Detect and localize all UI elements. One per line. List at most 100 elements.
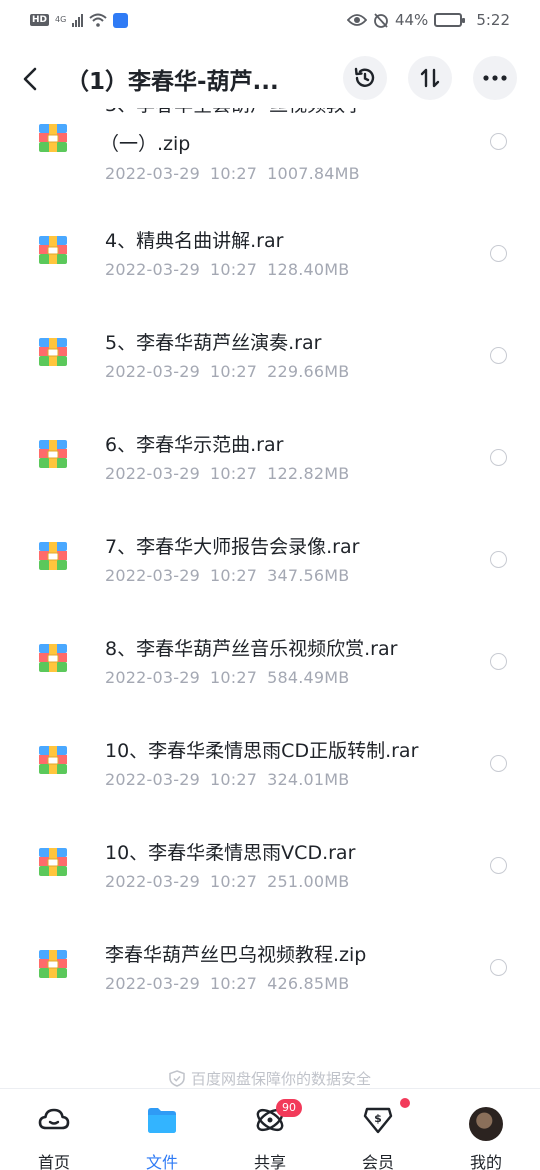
more-button[interactable] bbox=[473, 56, 517, 100]
select-checkbox[interactable] bbox=[490, 551, 507, 568]
file-row[interactable]: 10、李春华柔情思雨VCD.rar 2022-03-29 10:27 251.00MB bbox=[0, 818, 540, 920]
file-name: 5、李春华葫芦丝演奏.rar bbox=[105, 332, 322, 354]
select-checkbox[interactable] bbox=[490, 959, 507, 976]
file-list[interactable]: 3、李春华全套葫芦丝视频教学 （一）.zip 2022-03-29 10:27 1007… bbox=[0, 108, 540, 1088]
safety-note-text: 百度网盘保障你的数据安全 bbox=[190, 1070, 371, 1088]
status-right: 44% 5:22 bbox=[346, 11, 510, 29]
file-name: 7、李春华大师报告会录像.rar bbox=[105, 536, 360, 558]
file-time: 10:27 bbox=[209, 362, 258, 381]
file-date: 2022-03-29 bbox=[105, 164, 200, 183]
safety-note: 百度网盘保障你的数据安全 bbox=[0, 1068, 540, 1089]
avatar bbox=[469, 1107, 503, 1141]
file-time: 10:27 bbox=[209, 974, 258, 993]
eye-icon bbox=[346, 14, 367, 26]
file-row[interactable]: 6、李春华示范曲.rar 2022-03-29 10:27 122.82MB bbox=[0, 410, 540, 512]
file-meta: 2022-03-29 10:27 347.56MB bbox=[105, 566, 359, 585]
file-date: 2022-03-29 bbox=[105, 872, 200, 891]
hd-badge: HD bbox=[30, 14, 50, 26]
nav-vip-label: 会员 bbox=[361, 1153, 394, 1170]
nav-share[interactable]: 90 共享 bbox=[216, 1089, 324, 1170]
archive-file-icon bbox=[39, 124, 67, 152]
file-time: 10:27 bbox=[209, 770, 258, 789]
select-checkbox[interactable] bbox=[490, 755, 507, 772]
alarm-off-icon bbox=[374, 13, 388, 28]
file-size: 1007.84MB bbox=[267, 164, 360, 183]
status-left: HD 4G bbox=[30, 12, 129, 28]
select-checkbox[interactable] bbox=[490, 653, 507, 670]
file-time: 10:27 bbox=[209, 260, 258, 279]
share-badge: 90 bbox=[276, 1099, 302, 1117]
select-checkbox[interactable] bbox=[490, 245, 507, 262]
file-row[interactable]: 8、李春华葫芦丝音乐视频欣赏.rar 2022-03-29 10:27 584.49M… bbox=[0, 614, 540, 716]
wifi-icon bbox=[89, 13, 107, 27]
file-name-line2: （一）.zip bbox=[100, 133, 191, 155]
file-name-line1: 3、李春华全套葫芦丝视频教学 bbox=[105, 108, 364, 116]
clock: 5:22 bbox=[476, 11, 510, 29]
file-row[interactable]: 3、李春华全套葫芦丝视频教学 （一）.zip 2022-03-29 10:27 1007… bbox=[0, 108, 540, 206]
file-date: 2022-03-29 bbox=[105, 668, 200, 687]
archive-file-icon bbox=[39, 848, 67, 876]
file-size: 128.40MB bbox=[267, 260, 350, 279]
back-button[interactable] bbox=[0, 50, 60, 108]
file-meta: 2022-03-29 10:27 324.01MB bbox=[105, 770, 359, 789]
home-cloud-icon bbox=[38, 1108, 70, 1130]
file-row[interactable]: 4、精典名曲讲解.rar 2022-03-29 10:27 128.40MB bbox=[0, 206, 540, 308]
archive-file-icon bbox=[39, 236, 67, 264]
file-time: 10:27 bbox=[209, 872, 258, 891]
file-date: 2022-03-29 bbox=[105, 464, 200, 483]
select-checkbox[interactable] bbox=[490, 347, 507, 364]
file-size: 122.82MB bbox=[267, 464, 350, 483]
svg-text:$: $ bbox=[374, 1112, 382, 1125]
file-meta: 2022-03-29 10:27 584.49MB bbox=[105, 668, 359, 687]
signal-icon bbox=[72, 13, 84, 27]
nav-vip[interactable]: $ 会员 bbox=[324, 1089, 432, 1170]
file-name: 8、李春华葫芦丝音乐视频欣赏.rar bbox=[105, 638, 398, 660]
select-checkbox[interactable] bbox=[490, 449, 507, 466]
status-bar: HD 4G 44% 5:22 bbox=[0, 0, 540, 40]
file-size: 426.85MB bbox=[267, 974, 350, 993]
header: （1）李春华-葫芦... bbox=[0, 50, 540, 108]
file-date: 2022-03-29 bbox=[105, 260, 200, 279]
file-meta: 2022-03-29 10:27 229.66MB bbox=[105, 362, 359, 381]
file-date: 2022-03-29 bbox=[105, 362, 200, 381]
archive-file-icon bbox=[39, 746, 67, 774]
nav-me[interactable]: 我的 bbox=[432, 1089, 540, 1170]
file-name: 4、精典名曲讲解.rar bbox=[105, 230, 284, 252]
nav-me-label: 我的 bbox=[469, 1153, 502, 1170]
select-checkbox[interactable] bbox=[490, 133, 507, 150]
nav-home[interactable]: 首页 bbox=[0, 1089, 108, 1170]
battery-percent: 44% bbox=[394, 11, 429, 29]
file-row[interactable]: 李春华葫芦丝巴乌视频教程.zip 2022-03-29 10:27 426.85MB bbox=[0, 920, 540, 1022]
more-icon bbox=[483, 75, 507, 81]
file-size: 584.49MB bbox=[267, 668, 350, 687]
archive-file-icon bbox=[39, 644, 67, 672]
file-row[interactable]: 7、李春华大师报告会录像.rar 2022-03-29 10:27 347.56MB bbox=[0, 512, 540, 614]
file-row[interactable]: 10、李春华柔情思雨CD正版转制.rar 2022-03-29 10:27 324.0… bbox=[0, 716, 540, 818]
battery-icon bbox=[434, 13, 466, 27]
file-meta: 2022-03-29 10:27 1007.84MB bbox=[105, 164, 370, 183]
app-notification-icon bbox=[113, 12, 129, 28]
sort-button[interactable] bbox=[408, 56, 452, 100]
page-title: （1）李春华-葫芦... bbox=[66, 69, 279, 95]
history-button[interactable] bbox=[343, 56, 387, 100]
file-row[interactable]: 5、李春华葫芦丝演奏.rar 2022-03-29 10:27 229.66MB bbox=[0, 308, 540, 410]
archive-file-icon bbox=[39, 950, 67, 978]
history-icon bbox=[354, 67, 375, 87]
sort-icon bbox=[420, 68, 440, 88]
file-date: 2022-03-29 bbox=[105, 770, 200, 789]
archive-file-icon bbox=[39, 338, 67, 366]
file-time: 10:27 bbox=[209, 668, 258, 687]
file-date: 2022-03-29 bbox=[105, 566, 200, 585]
file-size: 229.66MB bbox=[267, 362, 350, 381]
folder-icon bbox=[148, 1108, 176, 1133]
file-name: 10、李春华柔情思雨VCD.rar bbox=[105, 842, 356, 864]
file-name: 10、李春华柔情思雨CD正版转制.rar bbox=[105, 740, 419, 762]
file-size: 251.00MB bbox=[267, 872, 350, 891]
file-size: 347.56MB bbox=[267, 566, 350, 585]
file-time: 10:27 bbox=[209, 464, 258, 483]
file-time: 10:27 bbox=[209, 164, 258, 183]
nav-files[interactable]: 文件 bbox=[108, 1089, 216, 1170]
file-meta: 2022-03-29 10:27 122.82MB bbox=[105, 464, 359, 483]
vip-dollar-icon: $ bbox=[363, 1107, 393, 1134]
select-checkbox[interactable] bbox=[490, 857, 507, 874]
